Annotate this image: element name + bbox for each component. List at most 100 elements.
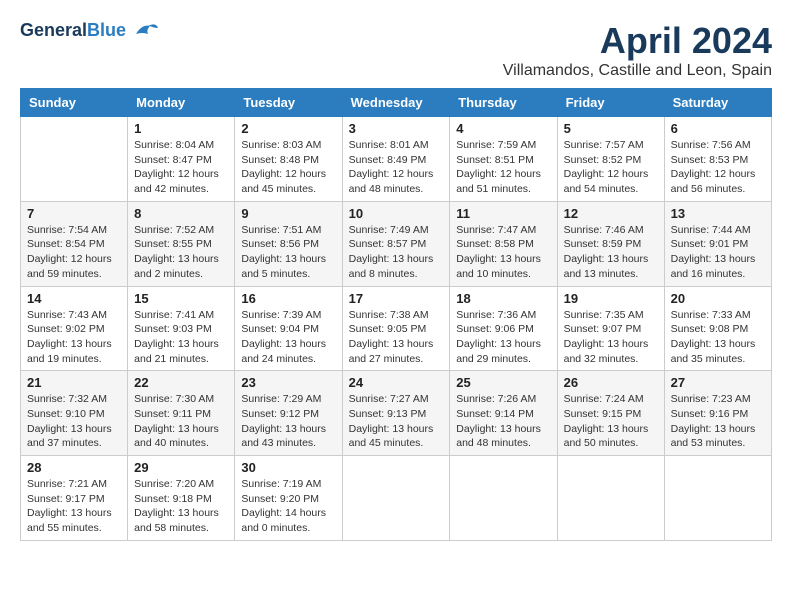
day-number: 22	[134, 375, 228, 390]
calendar-week-row: 21 Sunrise: 7:32 AMSunset: 9:10 PMDayligh…	[21, 371, 772, 456]
day-number: 25	[456, 375, 550, 390]
calendar-cell: 6Sunrise: 7:56 AMSunset: 8:53 PMDaylight…	[664, 117, 771, 202]
calendar-cell: 11Sunrise: 7:47 AMSunset: 8:58 PMDayligh…	[450, 201, 557, 286]
day-number: 23	[241, 375, 335, 390]
day-number: 6	[671, 121, 765, 136]
header-monday: Monday	[128, 89, 235, 117]
day-number: 20	[671, 291, 765, 306]
calendar-cell	[664, 456, 771, 541]
day-number: 10	[349, 206, 444, 221]
header-saturday: Saturday	[664, 89, 771, 117]
day-number: 7	[27, 206, 121, 221]
calendar-week-row: 1 Sunrise: 8:04 AMSunset: 8:47 PMDaylight…	[21, 117, 772, 202]
day-info: Sunrise: 8:04 AMSunset: 8:47 PMDaylight:…	[134, 138, 228, 197]
day-info: Sunrise: 7:30 AMSunset: 9:11 PMDaylight:…	[134, 392, 228, 451]
calendar-cell: 30 Sunrise: 7:19 AMSunset: 9:20 PMDayligh…	[235, 456, 342, 541]
calendar-cell: 20Sunrise: 7:33 AMSunset: 9:08 PMDayligh…	[664, 286, 771, 371]
calendar-table: SundayMondayTuesdayWednesdayThursdayFrid…	[20, 88, 772, 541]
day-number: 16	[241, 291, 335, 306]
day-info: Sunrise: 7:35 AMSunset: 9:07 PMDaylight:…	[564, 308, 658, 367]
day-number: 27	[671, 375, 765, 390]
day-info: Sunrise: 7:24 AMSunset: 9:15 PMDaylight:…	[564, 392, 658, 451]
header: GeneralBlue April 2024 Villamandos, Cast…	[20, 20, 772, 80]
calendar-week-row: 7 Sunrise: 7:54 AMSunset: 8:54 PMDaylight…	[21, 201, 772, 286]
day-info: Sunrise: 7:32 AMSunset: 9:10 PMDaylight:…	[27, 392, 121, 451]
calendar-cell: 18 Sunrise: 7:36 AMSunset: 9:06 PMDayligh…	[450, 286, 557, 371]
day-number: 21	[27, 375, 121, 390]
location-subtitle: Villamandos, Castille and Leon, Spain	[503, 62, 772, 80]
logo-text: GeneralBlue	[20, 21, 126, 41]
calendar-cell: 25 Sunrise: 7:26 AMSunset: 9:14 PMDayligh…	[450, 371, 557, 456]
calendar-cell	[450, 456, 557, 541]
calendar-cell: 3 Sunrise: 8:01 AMSunset: 8:49 PMDaylight…	[342, 117, 450, 202]
calendar-cell: 14 Sunrise: 7:43 AMSunset: 9:02 PMDayligh…	[21, 286, 128, 371]
day-number: 5	[564, 121, 658, 136]
calendar-cell: 7 Sunrise: 7:54 AMSunset: 8:54 PMDaylight…	[21, 201, 128, 286]
day-info: Sunrise: 7:20 AMSunset: 9:18 PMDaylight:…	[134, 477, 228, 536]
calendar-cell: 27Sunrise: 7:23 AMSunset: 9:16 PMDayligh…	[664, 371, 771, 456]
day-number: 13	[671, 206, 765, 221]
calendar-cell	[342, 456, 450, 541]
day-info: Sunrise: 7:38 AMSunset: 9:05 PMDaylight:…	[349, 308, 444, 367]
calendar-cell: 26 Sunrise: 7:24 AMSunset: 9:15 PMDayligh…	[557, 371, 664, 456]
day-info: Sunrise: 7:52 AMSunset: 8:55 PMDaylight:…	[134, 223, 228, 282]
logo: GeneralBlue	[20, 20, 160, 42]
day-info: Sunrise: 7:29 AMSunset: 9:12 PMDaylight:…	[241, 392, 335, 451]
month-title: April 2024	[503, 20, 772, 62]
calendar-cell: 4 Sunrise: 7:59 AMSunset: 8:51 PMDaylight…	[450, 117, 557, 202]
header-thursday: Thursday	[450, 89, 557, 117]
day-info: Sunrise: 7:41 AMSunset: 9:03 PMDaylight:…	[134, 308, 228, 367]
day-info: Sunrise: 7:44 AMSunset: 9:01 PMDaylight:…	[671, 223, 765, 282]
calendar-cell: 1 Sunrise: 8:04 AMSunset: 8:47 PMDaylight…	[128, 117, 235, 202]
day-number: 2	[241, 121, 335, 136]
header-wednesday: Wednesday	[342, 89, 450, 117]
day-info: Sunrise: 8:03 AMSunset: 8:48 PMDaylight:…	[241, 138, 335, 197]
calendar-cell	[557, 456, 664, 541]
day-info: Sunrise: 8:01 AMSunset: 8:49 PMDaylight:…	[349, 138, 444, 197]
day-info: Sunrise: 7:46 AMSunset: 8:59 PMDaylight:…	[564, 223, 658, 282]
day-info: Sunrise: 7:36 AMSunset: 9:06 PMDaylight:…	[456, 308, 550, 367]
calendar-cell: 22 Sunrise: 7:30 AMSunset: 9:11 PMDayligh…	[128, 371, 235, 456]
calendar-cell: 13 Sunrise: 7:44 AMSunset: 9:01 PMDayligh…	[664, 201, 771, 286]
calendar-cell: 21 Sunrise: 7:32 AMSunset: 9:10 PMDayligh…	[21, 371, 128, 456]
calendar-header-row: SundayMondayTuesdayWednesdayThursdayFrid…	[21, 89, 772, 117]
calendar-cell: 9 Sunrise: 7:51 AMSunset: 8:56 PMDaylight…	[235, 201, 342, 286]
day-number: 12	[564, 206, 658, 221]
day-info: Sunrise: 7:26 AMSunset: 9:14 PMDaylight:…	[456, 392, 550, 451]
calendar-cell: 24Sunrise: 7:27 AMSunset: 9:13 PMDayligh…	[342, 371, 450, 456]
day-number: 11	[456, 206, 550, 221]
day-number: 4	[456, 121, 550, 136]
header-friday: Friday	[557, 89, 664, 117]
day-number: 29	[134, 460, 228, 475]
day-info: Sunrise: 7:57 AMSunset: 8:52 PMDaylight:…	[564, 138, 658, 197]
calendar-cell: 17 Sunrise: 7:38 AMSunset: 9:05 PMDayligh…	[342, 286, 450, 371]
day-info: Sunrise: 7:43 AMSunset: 9:02 PMDaylight:…	[27, 308, 121, 367]
day-info: Sunrise: 7:39 AMSunset: 9:04 PMDaylight:…	[241, 308, 335, 367]
day-number: 14	[27, 291, 121, 306]
day-number: 19	[564, 291, 658, 306]
calendar-cell: 8Sunrise: 7:52 AMSunset: 8:55 PMDaylight…	[128, 201, 235, 286]
day-number: 18	[456, 291, 550, 306]
title-area: April 2024 Villamandos, Castille and Leo…	[503, 20, 772, 80]
day-number: 9	[241, 206, 335, 221]
day-number: 3	[349, 121, 444, 136]
day-info: Sunrise: 7:51 AMSunset: 8:56 PMDaylight:…	[241, 223, 335, 282]
header-sunday: Sunday	[21, 89, 128, 117]
day-number: 1	[134, 121, 228, 136]
calendar-cell: 28 Sunrise: 7:21 AMSunset: 9:17 PMDayligh…	[21, 456, 128, 541]
day-info: Sunrise: 7:59 AMSunset: 8:51 PMDaylight:…	[456, 138, 550, 197]
day-number: 17	[349, 291, 444, 306]
logo-bird-icon	[128, 20, 160, 42]
header-tuesday: Tuesday	[235, 89, 342, 117]
calendar-cell: 5 Sunrise: 7:57 AMSunset: 8:52 PMDaylight…	[557, 117, 664, 202]
day-info: Sunrise: 7:19 AMSunset: 9:20 PMDaylight:…	[241, 477, 335, 536]
day-number: 30	[241, 460, 335, 475]
day-info: Sunrise: 7:21 AMSunset: 9:17 PMDaylight:…	[27, 477, 121, 536]
calendar-cell: 2 Sunrise: 8:03 AMSunset: 8:48 PMDaylight…	[235, 117, 342, 202]
day-number: 28	[27, 460, 121, 475]
day-info: Sunrise: 7:27 AMSunset: 9:13 PMDaylight:…	[349, 392, 444, 451]
day-number: 26	[564, 375, 658, 390]
day-info: Sunrise: 7:54 AMSunset: 8:54 PMDaylight:…	[27, 223, 121, 282]
calendar-cell: 19 Sunrise: 7:35 AMSunset: 9:07 PMDayligh…	[557, 286, 664, 371]
calendar-cell: 29 Sunrise: 7:20 AMSunset: 9:18 PMDayligh…	[128, 456, 235, 541]
